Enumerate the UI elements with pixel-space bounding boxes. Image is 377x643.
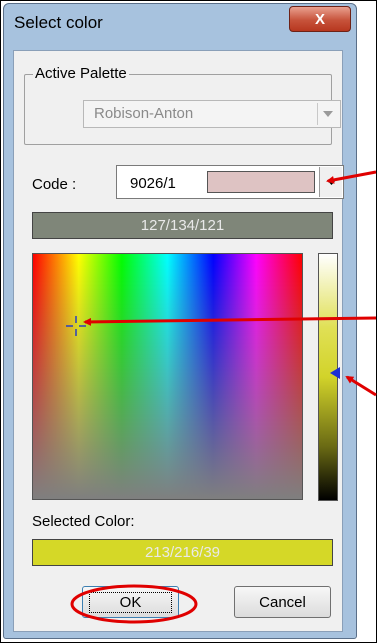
crosshair-icon[interactable] (65, 315, 87, 337)
active-palette-value: Robison-Anton (94, 105, 194, 122)
slider-marker-icon[interactable] (328, 366, 342, 380)
selected-color-bar: 213/216/39 (32, 539, 333, 566)
ok-button-label: OK (88, 591, 173, 613)
cancel-button-label: Cancel (259, 593, 306, 611)
code-combobox[interactable]: 9026/1 (116, 165, 344, 199)
current-rgb-bar: 127/134/121 (32, 212, 333, 239)
active-palette-select[interactable]: Robison-Anton (83, 100, 341, 128)
current-rgb-value: 127/134/121 (140, 217, 225, 234)
code-label: Code : (32, 176, 77, 193)
code-value: 9026/1 (130, 175, 176, 192)
selected-color-label: Selected Color: (32, 513, 135, 530)
close-button[interactable]: X (289, 6, 351, 32)
code-dropdown-button[interactable] (319, 167, 342, 197)
title-bar: Select color X (4, 4, 356, 44)
ok-button[interactable]: OK (82, 586, 179, 618)
selected-color-value: 213/216/39 (144, 544, 221, 561)
active-palette-label: Active Palette (33, 65, 129, 82)
close-icon: X (314, 10, 325, 28)
color-spectrum[interactable] (32, 253, 303, 500)
cancel-button[interactable]: Cancel (234, 586, 331, 618)
code-color-swatch (207, 171, 315, 193)
dialog-title: Select color (14, 13, 103, 32)
dropdown-arrow-icon (326, 179, 336, 185)
dropdown-arrow-icon (317, 103, 338, 125)
